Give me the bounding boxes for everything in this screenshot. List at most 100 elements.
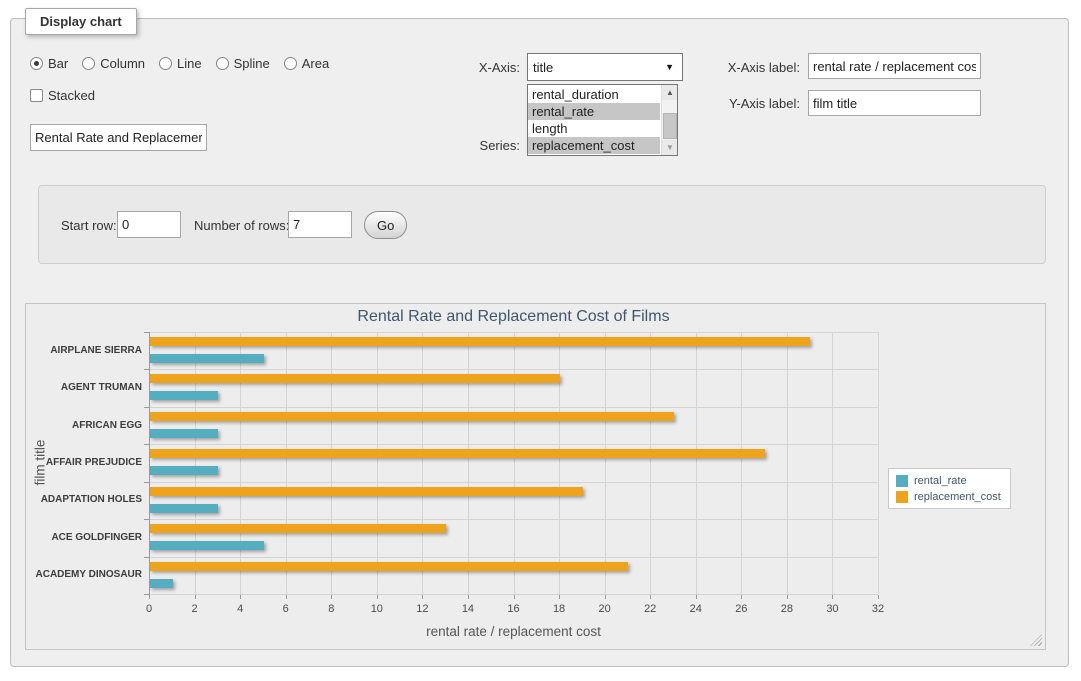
bar-rental_rate[interactable] xyxy=(150,466,218,475)
stacked-checkbox-option[interactable]: Stacked xyxy=(30,88,95,103)
series-option-rental_rate[interactable]: rental_rate xyxy=(528,103,660,120)
x-axis-tick xyxy=(195,595,196,599)
stacked-label: Stacked xyxy=(48,88,95,103)
bar-replacement_cost[interactable] xyxy=(150,449,765,458)
bar-rental_rate[interactable] xyxy=(150,391,218,400)
chart-type-radio-label: Column xyxy=(100,56,145,71)
gridline-vertical xyxy=(286,332,287,594)
x-axis-tick xyxy=(787,595,788,599)
y-axis-line xyxy=(149,332,150,595)
chart-container[interactable]: Rental Rate and Replacement Cost of Film… xyxy=(25,303,1046,650)
resize-grip-icon[interactable] xyxy=(1030,634,1042,646)
x-axis-tick-label: 10 xyxy=(362,603,392,615)
number-of-rows-input[interactable] xyxy=(288,211,352,238)
x-axis-select-label: X-Axis: xyxy=(450,60,520,75)
gridline-vertical xyxy=(422,332,423,594)
bar-replacement_cost[interactable] xyxy=(150,412,674,421)
rows-panel: Start row: Number of rows: Go xyxy=(38,185,1046,264)
bar-replacement_cost[interactable] xyxy=(150,374,560,383)
bar-rental_rate[interactable] xyxy=(150,504,218,513)
x-axis-tick-label: 32 xyxy=(863,603,893,615)
chart-type-radio-label: Bar xyxy=(48,56,68,71)
legend-item-replacement_cost[interactable]: replacement_cost xyxy=(896,491,1001,503)
radio-icon[interactable] xyxy=(30,57,43,70)
gridline-horizontal xyxy=(149,332,878,333)
gridline-vertical xyxy=(605,332,606,594)
x-axis-tick-label: 0 xyxy=(134,603,164,615)
x-axis-tick xyxy=(514,595,515,599)
series-option-rental_duration[interactable]: rental_duration xyxy=(528,86,660,103)
legend-label: rental_rate xyxy=(914,475,967,487)
gridline-vertical xyxy=(240,332,241,594)
legend-swatch-icon xyxy=(896,491,908,503)
chart-type-radio-group: Bar Column Line Spline Area xyxy=(30,56,329,71)
gridline-vertical xyxy=(878,332,879,594)
x-axis-tick xyxy=(468,595,469,599)
chart-type-radio-label: Area xyxy=(302,56,329,71)
bar-rental_rate[interactable] xyxy=(150,429,218,438)
gridline-horizontal xyxy=(149,557,878,558)
x-axis-select[interactable]: title ▼ xyxy=(527,53,683,81)
stacked-checkbox[interactable] xyxy=(30,89,43,102)
series-option-replacement_cost[interactable]: replacement_cost xyxy=(528,137,660,154)
number-of-rows-label: Number of rows: xyxy=(194,218,289,233)
chart-legend[interactable]: rental_rate replacement_cost xyxy=(888,468,1011,509)
gridline-horizontal xyxy=(149,519,878,520)
gridline-vertical xyxy=(832,332,833,594)
bar-replacement_cost[interactable] xyxy=(150,562,628,571)
gridline-vertical xyxy=(696,332,697,594)
chevron-down-icon: ▼ xyxy=(665,62,674,72)
chart-type-radio-column[interactable]: Column xyxy=(82,56,145,71)
series-scrollbar[interactable]: ▲ ▼ xyxy=(661,85,677,155)
series-multiselect[interactable]: rental_durationrental_ratelengthreplacem… xyxy=(527,84,678,156)
scroll-down-icon[interactable]: ▼ xyxy=(662,140,678,155)
x-axis-tick-label: 8 xyxy=(316,603,346,615)
x-axis-tick-label: 28 xyxy=(772,603,802,615)
scrollbar-thumb[interactable] xyxy=(663,113,677,139)
bar-replacement_cost[interactable] xyxy=(150,337,810,346)
radio-icon[interactable] xyxy=(284,57,297,70)
series-select-label: Series: xyxy=(450,138,520,153)
x-axis-tick-label: 2 xyxy=(180,603,210,615)
gridline-vertical xyxy=(650,332,651,594)
chart-title-input[interactable] xyxy=(30,124,207,151)
x-axis-tick-label: 30 xyxy=(817,603,847,615)
x-axis-title: rental rate / replacement cost xyxy=(149,624,878,639)
x-axis-label-label: X-Axis label: xyxy=(700,60,800,75)
chart-type-radio-bar[interactable]: Bar xyxy=(30,56,68,71)
gridline-horizontal xyxy=(149,482,878,483)
x-axis-label-input[interactable] xyxy=(808,53,981,79)
gridline-vertical xyxy=(331,332,332,594)
go-button[interactable]: Go xyxy=(364,211,407,239)
scroll-up-icon[interactable]: ▲ xyxy=(662,85,678,100)
x-axis-tick xyxy=(832,595,833,599)
y-axis-label-input[interactable] xyxy=(808,90,981,116)
gridline-vertical xyxy=(514,332,515,594)
x-axis-tick-label: 4 xyxy=(225,603,255,615)
series-option-length[interactable]: length xyxy=(528,120,660,137)
bar-rental_rate[interactable] xyxy=(150,354,264,363)
radio-icon[interactable] xyxy=(159,57,172,70)
gridline-vertical xyxy=(559,332,560,594)
legend-swatch-icon xyxy=(896,475,908,487)
chart-type-radio-label: Line xyxy=(177,56,202,71)
bar-rental_rate[interactable] xyxy=(150,541,264,550)
gridline-vertical xyxy=(741,332,742,594)
chart-type-radio-area[interactable]: Area xyxy=(284,56,329,71)
x-axis-tick-label: 24 xyxy=(681,603,711,615)
start-row-input[interactable] xyxy=(117,211,181,238)
bar-replacement_cost[interactable] xyxy=(150,524,446,533)
radio-icon[interactable] xyxy=(216,57,229,70)
chart-type-radio-line[interactable]: Line xyxy=(159,56,202,71)
y-axis-label-label: Y-Axis label: xyxy=(700,96,800,111)
radio-icon[interactable] xyxy=(82,57,95,70)
bar-rental_rate[interactable] xyxy=(150,579,173,588)
legend-label: replacement_cost xyxy=(914,491,1001,503)
chart-title: Rental Rate and Replacement Cost of Film… xyxy=(149,308,878,326)
legend-item-rental_rate[interactable]: rental_rate xyxy=(896,475,1001,487)
chart-type-radio-spline[interactable]: Spline xyxy=(216,56,270,71)
bar-replacement_cost[interactable] xyxy=(150,487,583,496)
x-axis-tick-label: 26 xyxy=(726,603,756,615)
x-axis-tick-label: 16 xyxy=(499,603,529,615)
x-axis-tick xyxy=(741,595,742,599)
